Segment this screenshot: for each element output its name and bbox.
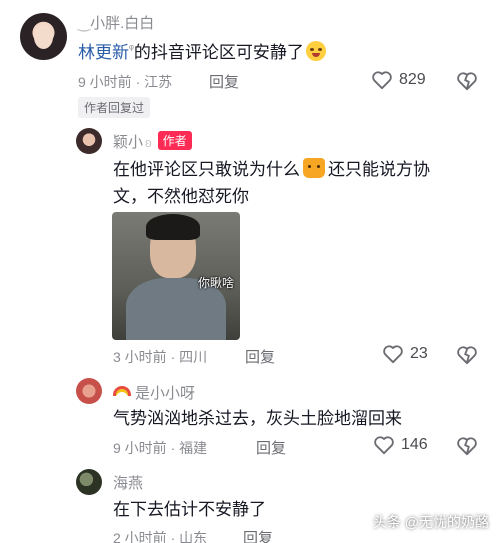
heart-outline-icon <box>383 345 403 364</box>
comment-text: 在下去估计不安静了 <box>113 500 266 519</box>
comment-text-part: 还只能说方协 <box>328 160 430 179</box>
watermark: 头条 @无忧的奶酪 <box>372 514 489 530</box>
comment-meta: 9 小时前 · 江苏 <box>78 74 173 90</box>
author-replied-badge: 作者回复过 <box>78 97 151 118</box>
like-count: 146 <box>401 436 428 453</box>
heart-outline-icon <box>374 436 394 455</box>
username[interactable]: ‿小胖.白白 <box>78 12 154 33</box>
username[interactable]: 是小小呀 <box>113 382 195 403</box>
comment-meta: 2 小时前 · 山东 <box>113 530 208 543</box>
comment-text-part: 在他评论区只敢说为什么 <box>113 160 300 179</box>
username[interactable]: 海燕 <box>113 472 143 493</box>
comment-meta: 9 小时前 · 福建 <box>113 440 208 456</box>
avatar[interactable] <box>76 128 102 154</box>
comment-text-line2: 文，不然他怼死你 <box>113 187 249 206</box>
mention-link[interactable]: 林更新 <box>78 43 129 62</box>
bunny-icon: ʚ <box>145 135 152 150</box>
avatar[interactable] <box>20 13 67 60</box>
like-button[interactable]: 146 <box>373 435 428 455</box>
comment-text-body: 的抖音评论区可安静了 <box>133 43 304 62</box>
sticker-image[interactable]: 你瞅啥 <box>112 212 240 340</box>
broken-heart-icon[interactable] <box>456 436 478 456</box>
comment-text: 林更新ᵠ的抖音评论区可安静了 <box>78 36 326 66</box>
avatar[interactable] <box>76 469 102 495</box>
username-text: 颖小 <box>113 134 144 151</box>
reply-button[interactable]: 回复 <box>209 71 239 92</box>
comment-meta: 3 小时前 · 四川 <box>113 349 208 365</box>
reply-button[interactable]: 回复 <box>243 527 273 543</box>
comment-text: 在他评论区只敢说为什么 还只能说方协 <box>113 156 430 183</box>
broken-heart-icon[interactable] <box>456 345 478 365</box>
username-text: 是小小呀 <box>135 385 196 402</box>
like-button[interactable]: 829 <box>371 70 426 90</box>
avatar[interactable] <box>76 378 102 404</box>
like-button[interactable]: 23 <box>382 344 428 364</box>
heart-outline-icon <box>372 71 392 90</box>
username-text: 小胖.白白 <box>90 15 155 32</box>
rainbow-icon <box>113 386 131 396</box>
sticker-caption: 你瞅啥 <box>198 276 235 290</box>
reply-button[interactable]: 回复 <box>245 346 275 367</box>
reply-button[interactable]: 回复 <box>256 437 286 458</box>
author-badge: 作者 <box>157 131 192 150</box>
laugh-cry-emoji-icon <box>305 41 326 61</box>
username[interactable]: 颖小 ʚ 作者 <box>113 131 192 152</box>
like-count: 829 <box>399 71 426 88</box>
like-count: 23 <box>410 345 428 362</box>
comment-text: 气势汹汹地杀过去，灰头土脸地溜回来 <box>113 409 402 428</box>
cat-emoji-icon <box>303 158 325 178</box>
broken-heart-icon[interactable] <box>456 71 478 91</box>
